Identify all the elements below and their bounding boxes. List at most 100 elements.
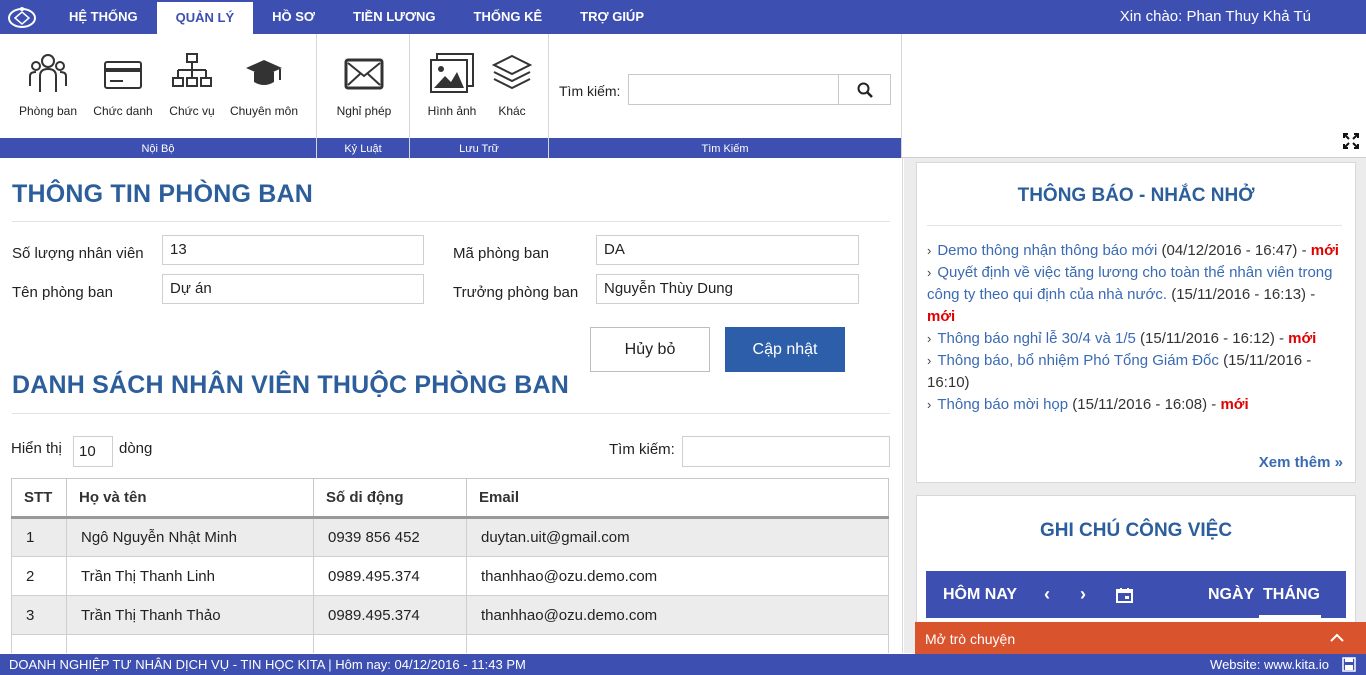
cell-email: thanhhao@ozu.demo.com [466, 595, 889, 635]
ribbon-chuc-vu-button[interactable]: Chức vụ [164, 52, 220, 118]
divider [927, 225, 1342, 226]
cell-stt: 3 [11, 595, 67, 635]
cell-phone: 0939 856 452 [313, 517, 467, 557]
col-email[interactable]: Email [466, 478, 889, 519]
col-name[interactable]: Họ và tên [66, 478, 314, 519]
notice-item[interactable]: › Thông báo nghỉ lễ 30/4 và 1/5 (15/11/20… [927, 328, 1342, 350]
new-badge: mới [1220, 396, 1249, 413]
ribbon-phong-ban-button[interactable]: Phòng ban [14, 52, 82, 118]
next-icon[interactable]: › [1080, 584, 1086, 605]
notices-panel: THÔNG BÁO - NHẮC NHỞ › Demo thông nhận th… [916, 162, 1356, 483]
ribbon-toolbar: Phòng ban Chức danh Chức vụ Chuyên môn N… [0, 34, 1366, 158]
show-label: Hiển thị [11, 440, 62, 457]
ribbon-label: Chuyên môn [229, 104, 299, 118]
new-badge: mới [1310, 242, 1339, 259]
notice-link[interactable]: Demo thông nhận thông báo mới [937, 242, 1157, 259]
chevron-up-icon[interactable] [1330, 633, 1344, 643]
app-logo-icon[interactable] [6, 4, 38, 30]
double-chevron-right-icon: » [1334, 454, 1343, 471]
menu-thong-ke[interactable]: THỐNG KÊ [455, 0, 562, 34]
chevron-right-icon: › [927, 397, 932, 412]
new-badge: mới [927, 308, 956, 325]
notice-link[interactable]: Thông báo mời họp [937, 396, 1068, 413]
main-menu: HỆ THỐNG QUẢN LÝ HỒ SƠ TIỀN LƯƠNG THỐNG … [50, 0, 663, 34]
menu-ho-so[interactable]: HỒ SƠ [253, 0, 334, 34]
chat-bar[interactable]: Mở trò chuyện [915, 622, 1366, 654]
cell-email: duytan.uit@gmail.com [466, 517, 889, 557]
day-view-button[interactable]: NGÀY [1208, 586, 1254, 604]
prev-icon[interactable]: ‹ [1044, 584, 1050, 605]
dept-name-field[interactable]: Dự án [162, 274, 424, 304]
notice-date: (15/11/2016 - 16:12) - [1140, 330, 1284, 347]
col-stt[interactable]: STT [11, 478, 67, 519]
fullscreen-icon[interactable] [1343, 133, 1359, 149]
ribbon-label: Nghỉ phép [336, 104, 392, 118]
ribbon-khac-button[interactable]: Khác [490, 52, 534, 118]
notice-item[interactable]: › Quyết định về việc tăng lương cho toàn … [927, 262, 1342, 328]
calendar-toolbar: HÔM NAY ‹ › NGÀY THÁNG [926, 571, 1346, 618]
notice-link[interactable]: Thông báo, bổ nhiệm Phó Tổng Giám Đốc [937, 352, 1219, 369]
user-greeting[interactable]: Xin chào: Phan Thuy Khả Tú [1120, 0, 1311, 34]
footer-website[interactable]: Website: www.kita.io [1210, 654, 1329, 675]
ribbon-chuc-danh-button[interactable]: Chức danh [90, 52, 156, 118]
menu-quan-ly[interactable]: QUẢN LÝ [156, 2, 254, 34]
cell-name: Trần Thị Thanh Thảo [66, 595, 314, 635]
cell-phone: 0989.495.374 [313, 556, 467, 596]
ribbon-hinh-anh-button[interactable]: Hình ảnh [422, 52, 482, 118]
ribbon-label: Khác [498, 104, 526, 118]
footer-company: DOANH NGHIỆP TƯ NHÂN DỊCH VỤ - TIN HỌC K… [9, 657, 526, 672]
new-badge: mới [1288, 330, 1317, 347]
today-button[interactable]: HÔM NAY [943, 586, 1017, 604]
see-more-label: Xem thêm [1258, 454, 1331, 471]
table-header-row: STT Họ và tên Số di động Email [11, 478, 889, 519]
people-icon [29, 54, 67, 92]
id-card-icon [104, 61, 142, 89]
graduation-cap-icon [246, 60, 282, 85]
table-row[interactable]: 3 Trần Thị Thanh Thảo 0989.495.374 thanh… [11, 595, 889, 635]
save-icon[interactable] [1342, 657, 1356, 672]
rows-label: dòng [119, 440, 153, 457]
ribbon-nghi-phep-button[interactable]: Nghỉ phép [329, 52, 399, 118]
ribbon-search-input[interactable] [628, 74, 891, 105]
search-button[interactable] [838, 75, 890, 104]
menu-he-thong[interactable]: HỆ THỐNG [50, 0, 157, 34]
ribbon-chuyen-mon-button[interactable]: Chuyên môn [226, 52, 302, 118]
dept-code-field[interactable]: DA [596, 235, 859, 265]
ribbon-label: Phòng ban [18, 104, 78, 118]
ribbon-group-label: Nội Bộ [0, 138, 316, 158]
col-phone[interactable]: Số di động [313, 478, 467, 519]
dept-head-field[interactable]: Nguyễn Thùy Dung [596, 274, 859, 304]
table-search-input[interactable] [682, 436, 890, 467]
notices-list: › Demo thông nhận thông báo mới (04/12/20… [927, 240, 1342, 416]
ribbon-group-label: Lưu Trữ [410, 138, 548, 158]
update-button[interactable]: Cập nhật [725, 327, 845, 372]
notice-item[interactable]: › Demo thông nhận thông báo mới (04/12/20… [927, 240, 1342, 262]
calendar-icon[interactable] [1116, 587, 1133, 603]
month-view-button[interactable]: THÁNG [1263, 586, 1320, 604]
staff-list-title: DANH SÁCH NHÂN VIÊN THUỘC PHÒNG BAN [12, 371, 570, 399]
tasks-title: GHI CHÚ CÔNG VIỆC [1039, 520, 1233, 541]
page-size-select[interactable]: 10 [73, 436, 113, 467]
staff-count-field[interactable]: 13 [162, 235, 424, 265]
notice-item[interactable]: › Thông báo mời họp (15/11/2016 - 16:08) … [927, 394, 1342, 416]
notice-date: (15/11/2016 - 16:08) - [1072, 396, 1217, 413]
ribbon-group-label: Tìm Kiếm [549, 138, 901, 158]
cell-email: thanhhao@ozu.demo.com [466, 556, 889, 596]
table-row[interactable] [11, 634, 889, 653]
menu-tro-giup[interactable]: TRỢ GIÚP [561, 0, 663, 34]
notice-item[interactable]: › Thông báo, bổ nhiệm Phó Tổng Giám Đốc (… [927, 350, 1342, 394]
table-row[interactable]: 1 Ngô Nguyễn Nhật Minh 0939 856 452 duyt… [11, 517, 889, 557]
envelope-icon [344, 58, 384, 90]
table-row[interactable]: 2 Trần Thị Thanh Linh 0989.495.374 thanh… [11, 556, 889, 596]
chevron-right-icon: › [927, 243, 932, 258]
chevron-right-icon: › [927, 353, 932, 368]
cancel-button[interactable]: Hủy bỏ [590, 327, 710, 372]
divider [12, 413, 890, 414]
cell-name: Trần Thị Thanh Linh [66, 556, 314, 596]
menu-tien-luong[interactable]: TIỀN LƯƠNG [334, 0, 455, 34]
see-more-link[interactable]: Xem thêm » [1259, 454, 1343, 471]
staff-count-label: Số lượng nhân viên [12, 245, 144, 262]
notice-link[interactable]: Thông báo nghỉ lễ 30/4 và 1/5 [937, 330, 1136, 347]
dept-code-label: Mã phòng ban [453, 245, 549, 262]
chevron-right-icon: › [927, 331, 932, 346]
